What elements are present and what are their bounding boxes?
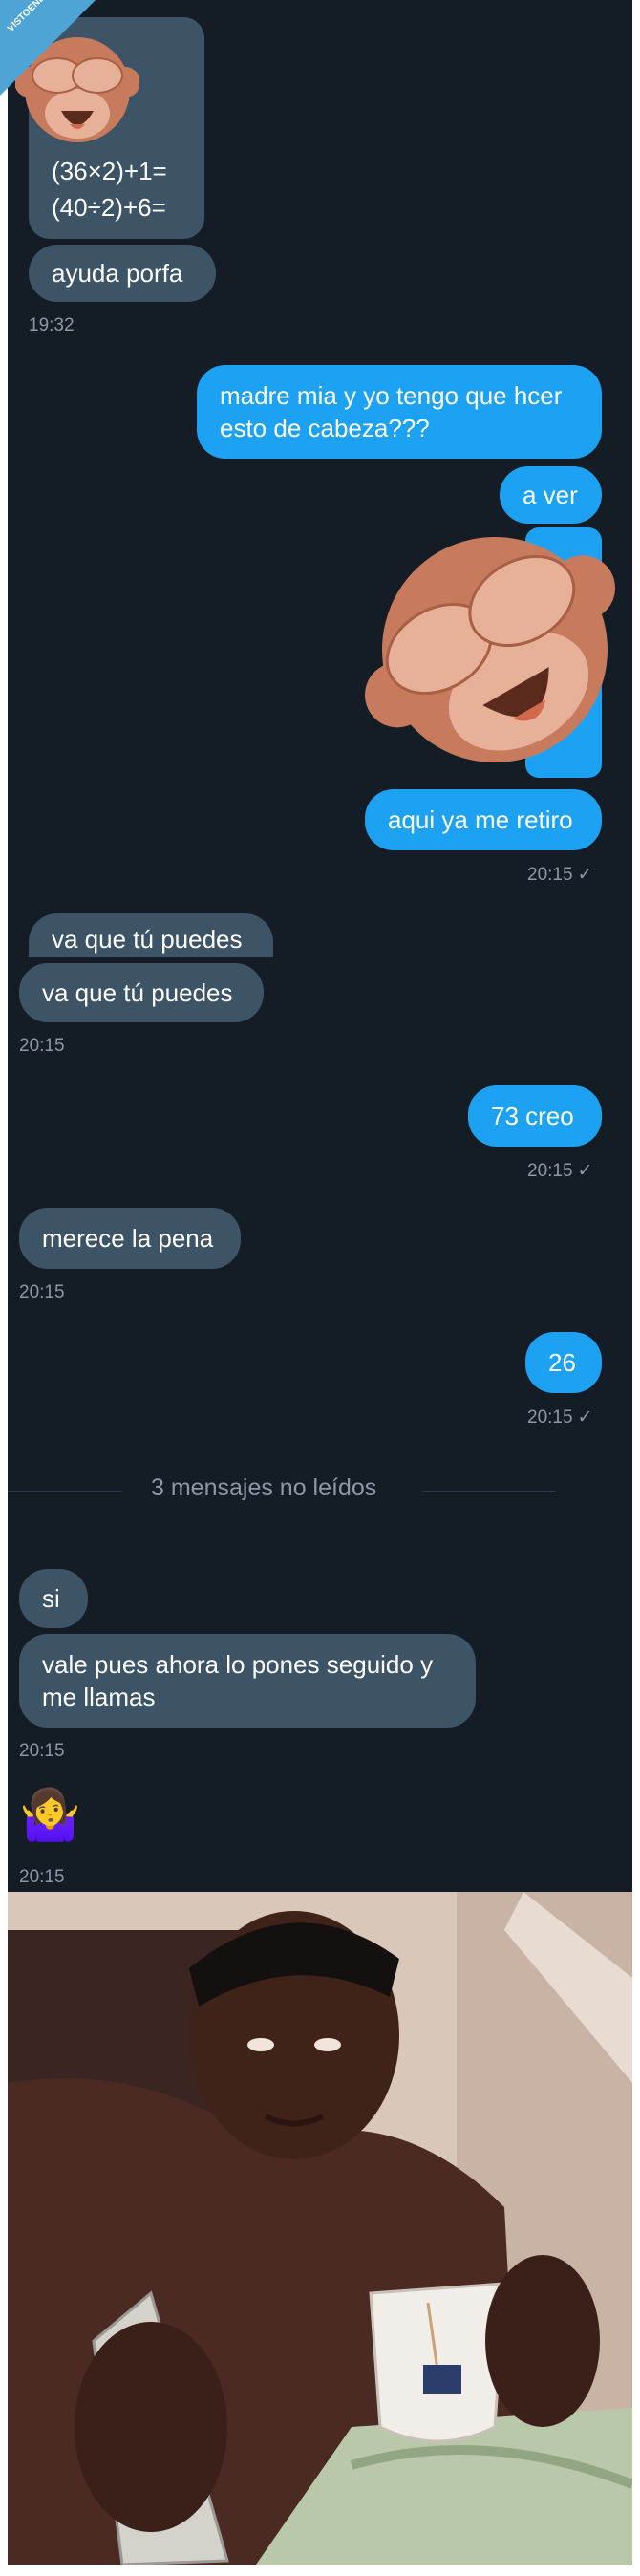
timestamp: 20:15 — [19, 1741, 65, 1761]
timestamp: 19:32 — [29, 315, 75, 335]
watermark-badge — [0, 0, 96, 96]
message-text: aqui ya me retiro — [388, 805, 573, 834]
divider-right — [422, 1491, 556, 1492]
check-icon: ✓ — [577, 1407, 593, 1428]
message-text: va que tú puedes — [52, 925, 243, 954]
timestamp: 20:15 ✓ — [527, 865, 593, 885]
timestamp: 20:15 — [19, 1282, 65, 1302]
shrug-emoji-icon: 🤷‍♀️ — [19, 1788, 81, 1843]
see-no-evil-monkey-icon — [365, 537, 615, 762]
message-text: 26 — [548, 1348, 576, 1377]
message-text: si — [42, 1584, 60, 1613]
message-vale[interactable]: vale pues ahora lo pones seguido y me ll… — [19, 1634, 476, 1728]
message-retiro[interactable]: aqui ya me retiro — [365, 789, 602, 850]
message-ayuda[interactable]: ayuda porfa — [29, 245, 216, 302]
math-line-2: (40÷2)+6= — [52, 193, 166, 222]
math-line-1: (36×2)+1= — [52, 157, 167, 185]
timestamp: 20:15 ✓ — [527, 1407, 593, 1428]
message-text: vale pues ahora lo pones seguido y me ll… — [42, 1650, 434, 1711]
timestamp: 20:15 — [19, 1036, 65, 1056]
unread-divider: 3 mensajes no leídos — [151, 1474, 377, 1501]
message-text: merece la pena — [42, 1224, 214, 1253]
check-icon: ✓ — [577, 1161, 593, 1181]
timestamp: 20:15 ✓ — [527, 1161, 593, 1181]
divider-left — [8, 1491, 122, 1492]
message-vaque-partial[interactable]: va que tú puedes — [29, 913, 273, 957]
reaction-photo — [8, 1892, 632, 2565]
timestamp: 20:15 — [19, 1867, 65, 1887]
chat-screen: (36×2)+1= (40÷2)+6= ayuda porfa 19:32 ma… — [8, 0, 632, 1892]
check-icon: ✓ — [577, 865, 593, 885]
message-73[interactable]: 73 creo — [468, 1085, 602, 1147]
message-text: 73 creo — [491, 1102, 574, 1130]
message-text: madre mia y yo tengo que hcer esto de ca… — [220, 381, 563, 442]
message-26[interactable]: 26 — [525, 1332, 602, 1393]
message-merece[interactable]: merece la pena — [19, 1208, 241, 1269]
message-text: ayuda porfa — [52, 259, 183, 288]
message-vaque[interactable]: va que tú puedes — [19, 963, 264, 1022]
message-text: va que tú puedes — [42, 978, 233, 1007]
message-madre[interactable]: madre mia y yo tengo que hcer esto de ca… — [197, 365, 602, 459]
message-si[interactable]: si — [19, 1569, 88, 1628]
